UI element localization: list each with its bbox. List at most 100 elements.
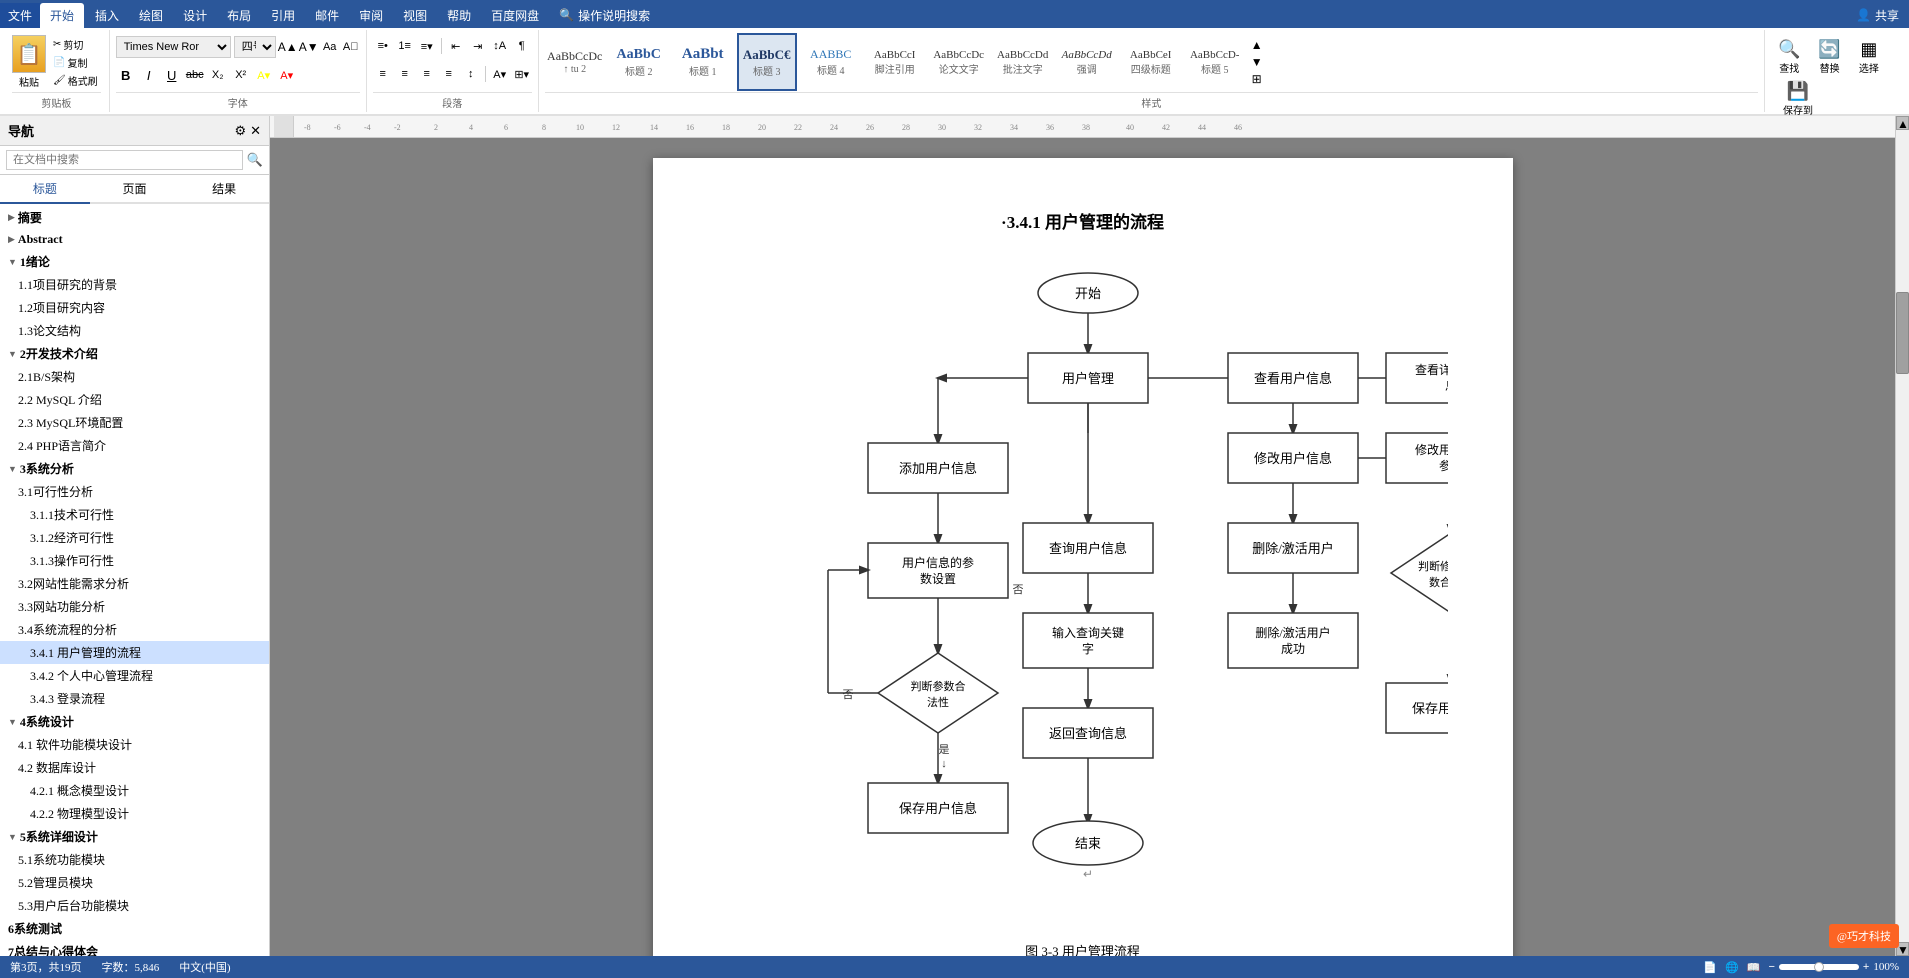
style-h4level[interactable]: AaBbCeI 四级标题: [1121, 33, 1181, 91]
search-tab[interactable]: 🔍 操作说明搜索: [549, 3, 660, 28]
strikethrough-button[interactable]: abc: [185, 65, 205, 85]
nav-item[interactable]: 3.4.2 个人中心管理流程: [0, 664, 269, 687]
draw-tab[interactable]: 绘图: [129, 3, 173, 28]
baidu-tab[interactable]: 百度网盘: [481, 3, 549, 28]
style-heading2[interactable]: AaBbC 标题 2: [609, 33, 669, 91]
change-case-button[interactable]: Aa: [321, 38, 339, 56]
zoom-in-button[interactable]: +: [1863, 961, 1869, 973]
nav-item[interactable]: 4.2 数据库设计: [0, 756, 269, 779]
nav-item[interactable]: 3.4.1 用户管理的流程: [0, 641, 269, 664]
nav-item[interactable]: 5.2管理员模块: [0, 871, 269, 894]
nav-item[interactable]: ▼4系统设计: [0, 710, 269, 733]
nav-item[interactable]: 3.3网站功能分析: [0, 595, 269, 618]
style-comment[interactable]: AaBbCcDd 批注文字: [993, 33, 1053, 91]
nav-item[interactable]: ▶Abstract: [0, 229, 269, 250]
align-center-button[interactable]: ≡: [395, 64, 415, 84]
show-hide-button[interactable]: ¶: [512, 36, 532, 56]
italic-button[interactable]: I: [139, 65, 159, 85]
zoom-out-button[interactable]: −: [1768, 961, 1774, 973]
scroll-thumb[interactable]: [1896, 292, 1909, 373]
nav-item[interactable]: 1.2项目研究内容: [0, 296, 269, 319]
nav-tab-pages[interactable]: 页面: [90, 175, 180, 202]
web-layout-button[interactable]: 🌐: [1725, 961, 1739, 974]
layout-tab[interactable]: 布局: [217, 3, 261, 28]
mailings-tab[interactable]: 邮件: [305, 3, 349, 28]
help-tab[interactable]: 帮助: [437, 3, 481, 28]
superscript-button[interactable]: X²: [231, 65, 251, 85]
nav-item[interactable]: 6系统测试: [0, 917, 269, 940]
select-button[interactable]: ▦ 选择: [1852, 36, 1886, 78]
nav-item[interactable]: 7总结与心得体会: [0, 940, 269, 956]
nav-item[interactable]: 1.1项目研究的背景: [0, 273, 269, 296]
styles-scroll[interactable]: ▲ ▼ ⊞: [1249, 38, 1265, 87]
home-tab[interactable]: 开始: [40, 3, 84, 28]
bold-button[interactable]: B: [116, 65, 136, 85]
line-spacing-button[interactable]: ↕: [461, 64, 481, 84]
vertical-scrollbar[interactable]: ▲ ▼: [1895, 116, 1909, 956]
border-button[interactable]: ⊞▾: [512, 64, 532, 84]
nav-item[interactable]: 3.1.1技术可行性: [0, 503, 269, 526]
nav-item[interactable]: 4.2.1 概念模型设计: [0, 779, 269, 802]
nav-tab-headings[interactable]: 标题: [0, 175, 90, 204]
nav-item[interactable]: 2.1B/S架构: [0, 365, 269, 388]
references-tab[interactable]: 引用: [261, 3, 305, 28]
nav-item[interactable]: 5.1系统功能模块: [0, 848, 269, 871]
style-heading3[interactable]: AaBbC€ 标题 3: [737, 33, 797, 91]
highlight-button[interactable]: A▾: [254, 65, 274, 85]
share-btn[interactable]: 👤 共享: [1846, 3, 1909, 28]
underline-button[interactable]: U: [162, 65, 182, 85]
nav-close-button[interactable]: ✕: [250, 123, 261, 139]
nav-item[interactable]: 2.4 PHP语言简介: [0, 434, 269, 457]
font-name-select[interactable]: Times New Ror: [116, 36, 231, 58]
nav-item[interactable]: 4.1 软件功能模块设计: [0, 733, 269, 756]
style-heading4[interactable]: AABBC 标题 4: [801, 33, 861, 91]
insert-tab[interactable]: 插入: [85, 3, 129, 28]
paste-button[interactable]: 📋 粘贴: [12, 35, 46, 89]
nav-settings-button[interactable]: ⚙: [234, 123, 246, 139]
nav-item[interactable]: 2.3 MySQL环境配置: [0, 411, 269, 434]
nav-item[interactable]: ▼2开发技术介绍: [0, 342, 269, 365]
read-mode-button[interactable]: 📖: [1747, 961, 1761, 974]
nav-item[interactable]: 3.1可行性分析: [0, 480, 269, 503]
align-right-button[interactable]: ≡: [417, 64, 437, 84]
nav-search-input[interactable]: [6, 150, 243, 170]
nav-item[interactable]: 3.1.3操作可行性: [0, 549, 269, 572]
nav-item[interactable]: 3.2网站性能需求分析: [0, 572, 269, 595]
bullet-list-button[interactable]: ≡•: [373, 36, 393, 56]
grow-font-button[interactable]: A▲: [279, 38, 297, 56]
nav-item[interactable]: 4.2.2 物理模型设计: [0, 802, 269, 825]
justify-button[interactable]: ≡: [439, 64, 459, 84]
nav-item[interactable]: ▼5系统详细设计: [0, 825, 269, 848]
doc-scroll-area[interactable]: ·3.4.1 用户管理的流程 开始 用户管理: [270, 138, 1895, 956]
design-tab[interactable]: 设计: [173, 3, 217, 28]
format-painter-button[interactable]: 🖌 格式刷: [50, 72, 101, 89]
review-tab[interactable]: 审阅: [349, 3, 393, 28]
clear-format-button[interactable]: A⃝: [342, 38, 360, 56]
find-button[interactable]: 🔍 查找: [1771, 36, 1807, 78]
style-heading5[interactable]: AaBbCcD- 标题 5: [1185, 33, 1245, 91]
zoom-slider[interactable]: [1779, 964, 1859, 970]
nav-item[interactable]: 5.3用户后台功能模块: [0, 894, 269, 917]
nav-item[interactable]: 1.3论文结构: [0, 319, 269, 342]
style-thesis[interactable]: AaBbCcDc 论文文字: [929, 33, 989, 91]
style-heading1[interactable]: AaBbt 标题 1: [673, 33, 733, 91]
replace-button[interactable]: 🔄 替换: [1811, 36, 1847, 78]
nav-item[interactable]: 3.4.3 登录流程: [0, 687, 269, 710]
sort-button[interactable]: ↕A: [490, 36, 510, 56]
shrink-font-button[interactable]: A▼: [300, 38, 318, 56]
style-normal[interactable]: AaBbCcDc ↑ tu 2: [545, 33, 605, 91]
cut-button[interactable]: ✂ 剪切: [50, 36, 101, 53]
nav-item[interactable]: 3.1.2经济可行性: [0, 526, 269, 549]
font-color-button[interactable]: A▾: [277, 65, 297, 85]
shading-button[interactable]: A▾: [490, 64, 510, 84]
nav-tab-results[interactable]: 结果: [179, 175, 269, 202]
nav-item[interactable]: ▼1绪论: [0, 250, 269, 273]
style-footnote[interactable]: AaBbCcI 脚注引用: [865, 33, 925, 91]
scroll-up-button[interactable]: ▲: [1896, 116, 1909, 130]
nav-search-button[interactable]: 🔍: [247, 152, 263, 168]
font-size-select[interactable]: 四号: [234, 36, 276, 58]
file-tab[interactable]: 文件: [0, 3, 40, 28]
style-emphasis[interactable]: AaBbCcDd 强调: [1057, 33, 1117, 91]
nav-item[interactable]: 2.2 MySQL 介绍: [0, 388, 269, 411]
increase-indent-button[interactable]: ⇥: [468, 36, 488, 56]
